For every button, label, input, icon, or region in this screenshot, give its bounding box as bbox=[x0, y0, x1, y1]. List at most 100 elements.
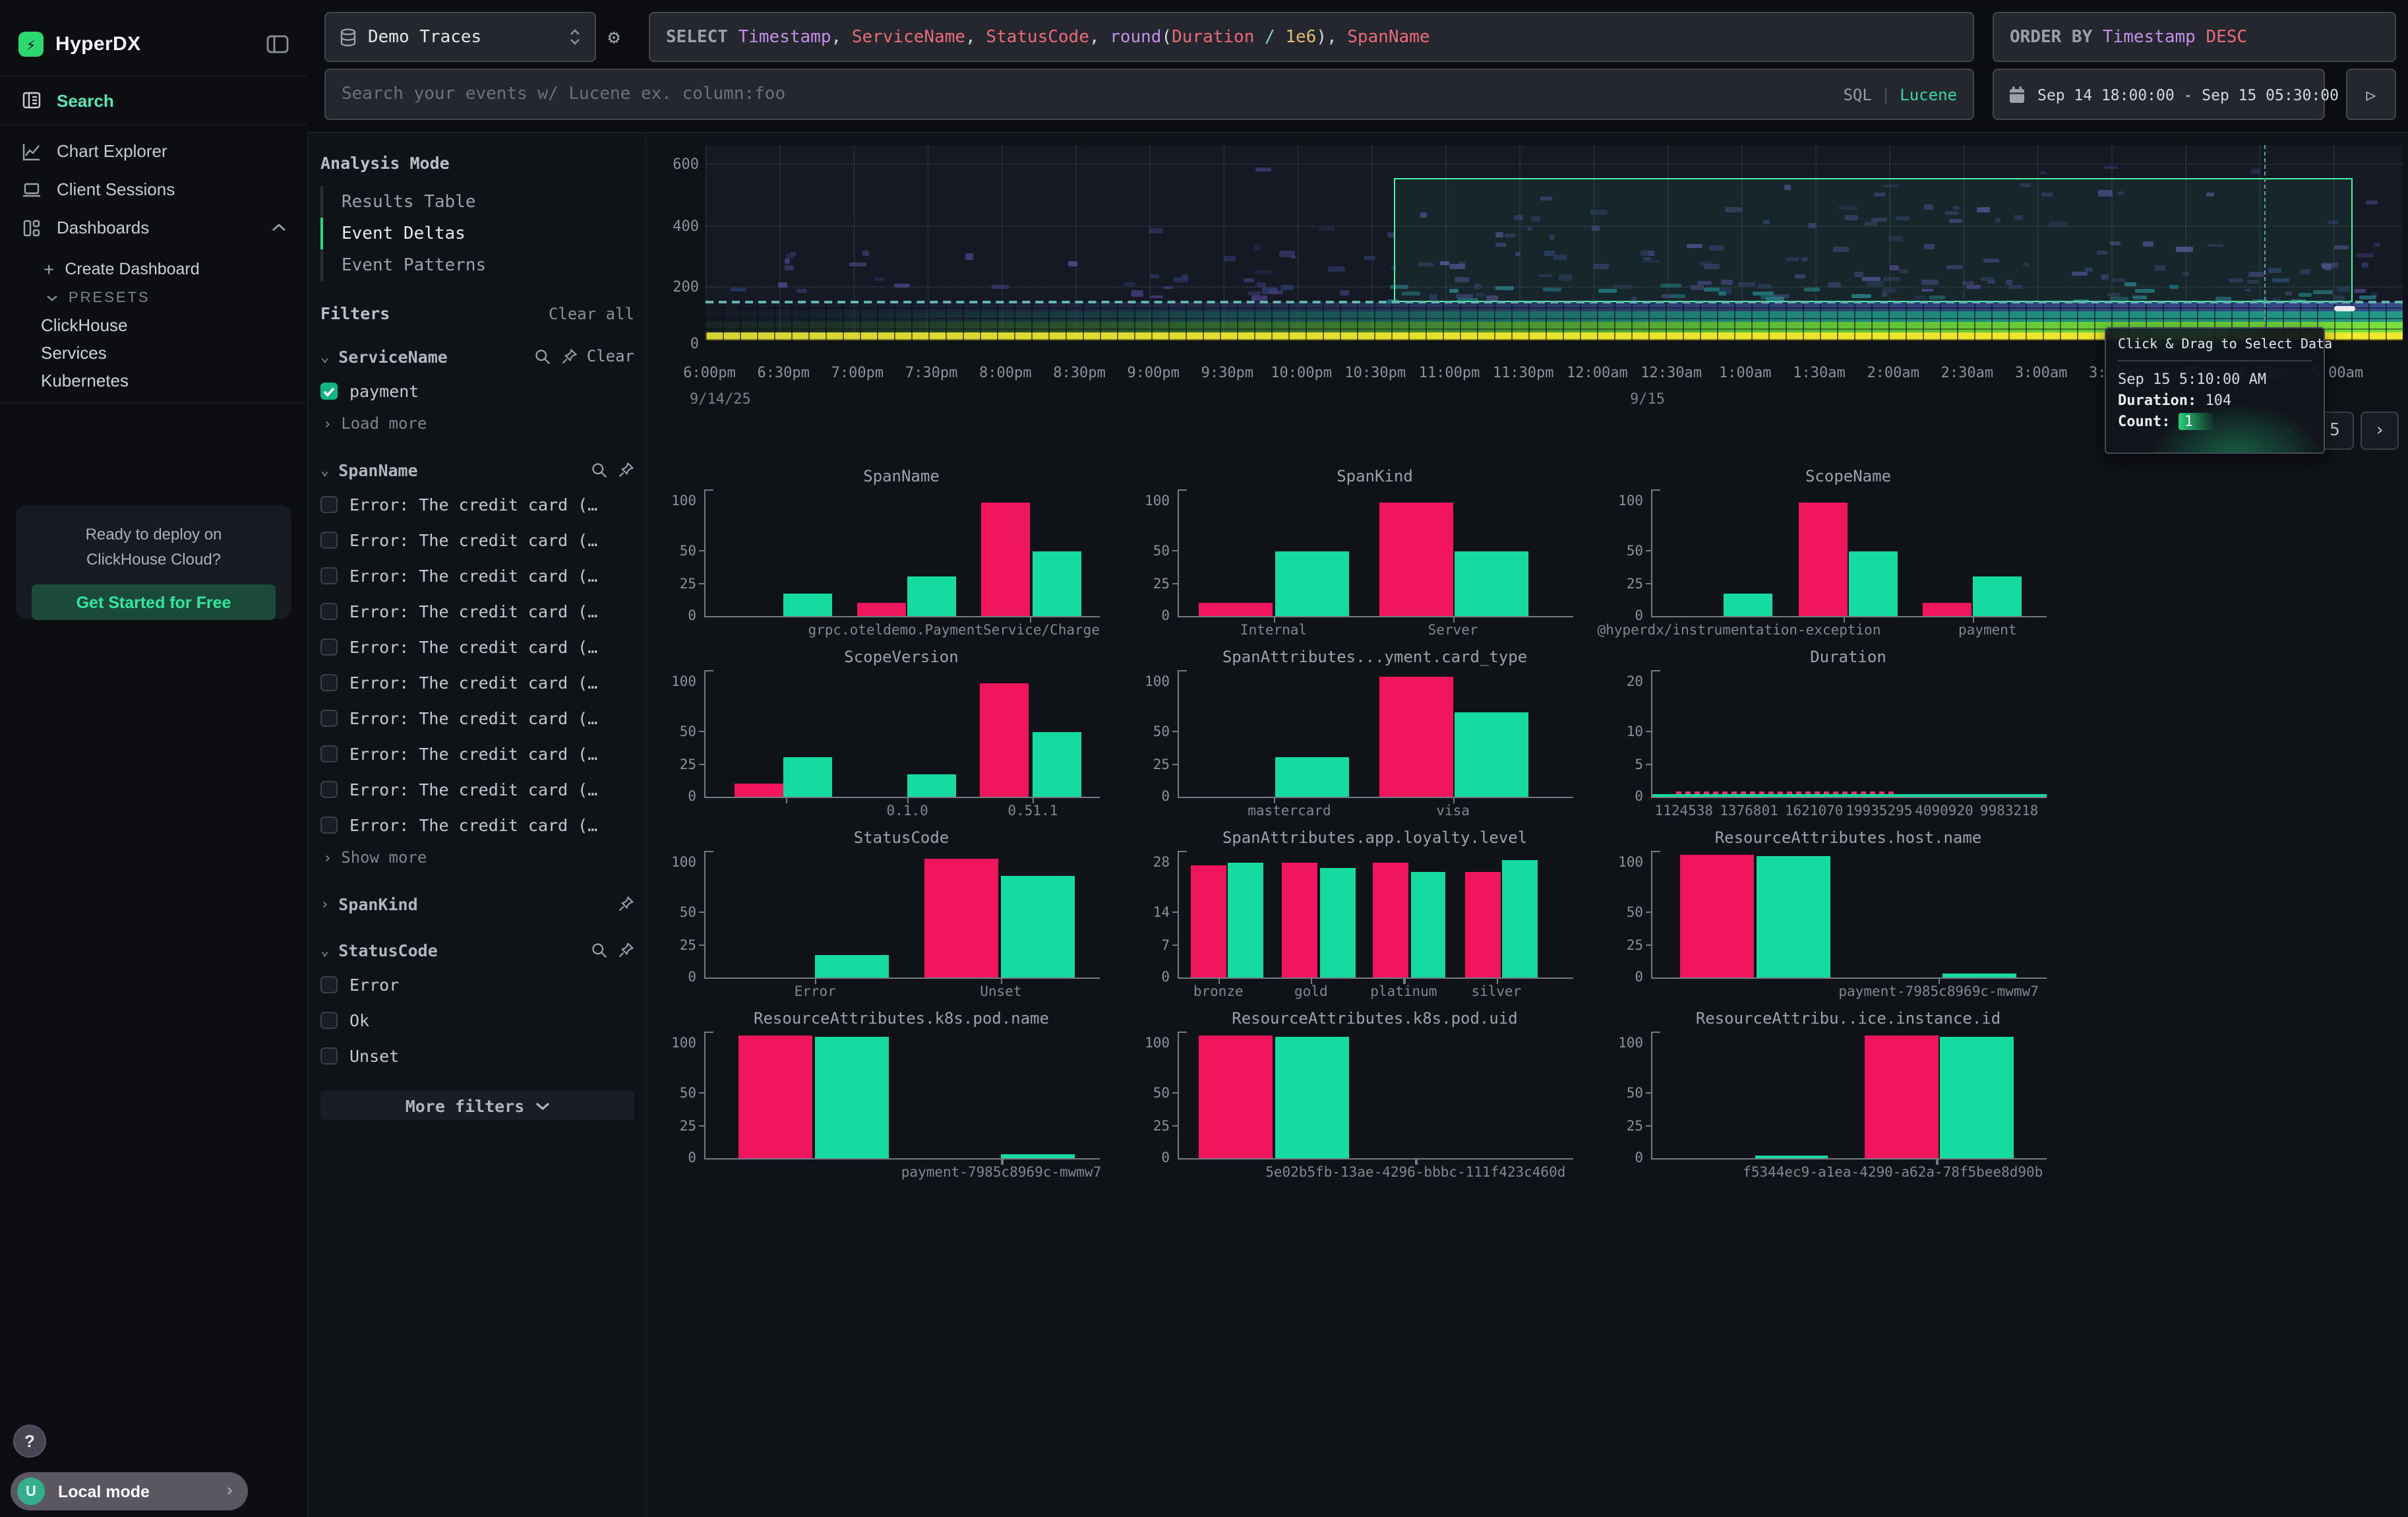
sidebar-preset-clickhouse[interactable]: ClickHouse bbox=[0, 311, 307, 339]
bar-baseline bbox=[1033, 551, 1081, 616]
sidebar-item-chart-explorer[interactable]: Chart Explorer bbox=[0, 132, 307, 170]
filter-option-row[interactable]: Error: The credit card (… bbox=[320, 811, 634, 839]
lucene-mode-toggle[interactable]: Lucene bbox=[1900, 85, 1957, 104]
checkbox-unchecked[interactable] bbox=[320, 817, 338, 834]
analysis-mode-event-deltas[interactable]: Event Deltas bbox=[323, 218, 634, 249]
pin-icon[interactable] bbox=[617, 941, 634, 958]
heatmap-x-tick: 10:30pm bbox=[1344, 364, 1406, 381]
bar-baseline bbox=[783, 593, 832, 616]
time-next-button[interactable]: › bbox=[2361, 412, 2399, 450]
filter-option-row[interactable]: Error bbox=[320, 971, 634, 999]
chevron-right-icon: › bbox=[323, 849, 332, 866]
heatmap-cell bbox=[1224, 255, 1235, 261]
filter-clear-button[interactable]: Clear bbox=[587, 347, 634, 365]
filter-option-row[interactable]: payment bbox=[320, 377, 634, 405]
gear-icon[interactable]: ⚙ bbox=[608, 25, 620, 49]
sidebar-item-client-sessions[interactable]: Client Sessions bbox=[0, 170, 307, 208]
date-range-picker[interactable]: Sep 14 18:00:00 - Sep 15 05:30:00 bbox=[1993, 69, 2325, 120]
checkbox-unchecked[interactable] bbox=[320, 603, 338, 620]
pin-icon[interactable] bbox=[617, 895, 634, 912]
load-more-button[interactable]: ›Load more bbox=[320, 410, 634, 437]
selection-drag-handle[interactable] bbox=[2334, 306, 2355, 311]
more-filters-button[interactable]: More filters bbox=[320, 1091, 634, 1120]
heatmap-selection-rect[interactable] bbox=[1394, 178, 2353, 302]
chart-x-label: silver bbox=[1471, 984, 1521, 1000]
chart-plot: 02550100grpc.oteldemo.PaymentService/Cha… bbox=[704, 489, 1100, 617]
filter-option-row[interactable]: Error: The credit card (… bbox=[320, 776, 634, 803]
sidebar-item-label: Dashboards bbox=[57, 218, 257, 237]
sidebar-item-dashboards[interactable]: Dashboards bbox=[0, 208, 307, 247]
heatmap-date-left: 9/14/25 bbox=[690, 390, 751, 408]
filter-option-row[interactable]: Error: The credit card (… bbox=[320, 704, 634, 732]
filter-option-row[interactable]: Error: The credit card (… bbox=[320, 562, 634, 590]
checkbox-unchecked[interactable] bbox=[320, 496, 338, 513]
sql-mode-toggle[interactable]: SQL bbox=[1843, 85, 1871, 104]
filter-option-row[interactable]: Error: The credit card (… bbox=[320, 740, 634, 768]
chart-y-tick: 100 bbox=[1117, 1035, 1170, 1051]
clear-all-button[interactable]: Clear all bbox=[549, 304, 634, 323]
search-icon[interactable] bbox=[591, 941, 608, 958]
checkbox-unchecked[interactable] bbox=[320, 638, 338, 656]
filter-option-row[interactable]: Error: The credit card (… bbox=[320, 669, 634, 697]
checkbox-unchecked[interactable] bbox=[320, 976, 338, 993]
chevron-down-icon: ⌄ bbox=[320, 941, 329, 958]
analysis-mode-results-table[interactable]: Results Table bbox=[323, 186, 634, 218]
heatmap-cell bbox=[992, 285, 1009, 290]
checkbox-unchecked[interactable] bbox=[320, 745, 338, 762]
checkbox-unchecked[interactable] bbox=[320, 1047, 338, 1065]
bar-baseline bbox=[815, 954, 889, 977]
heatmap-cell bbox=[874, 277, 884, 280]
chart-y-tick: 25 bbox=[644, 757, 696, 773]
help-button[interactable]: ? bbox=[13, 1425, 46, 1458]
get-started-button[interactable]: Get Started for Free bbox=[32, 584, 276, 620]
filter-option-row[interactable]: Error: The credit card (… bbox=[320, 491, 634, 518]
create-dashboard-button[interactable]: + Create Dashboard bbox=[0, 255, 307, 284]
search-icon[interactable] bbox=[534, 348, 551, 365]
collapse-sidebar-icon[interactable] bbox=[266, 34, 289, 54]
checkbox-unchecked[interactable] bbox=[320, 781, 338, 798]
tooltip-header: Click & Drag to Select Data bbox=[2118, 338, 2312, 352]
pin-icon[interactable] bbox=[617, 461, 634, 478]
filter-option-row[interactable]: Ok bbox=[320, 1006, 634, 1034]
sidebar-preset-services[interactable]: Services bbox=[0, 339, 307, 367]
checkbox-unchecked[interactable] bbox=[320, 567, 338, 584]
chart-title: ResourceAttributes.k8s.pod.name bbox=[704, 1009, 1099, 1028]
filter-group-servicename[interactable]: ⌄ServiceNameClear bbox=[320, 343, 634, 369]
events-heatmap[interactable] bbox=[706, 145, 2403, 340]
order-by-input[interactable]: ORDER BY Timestamp DESC bbox=[1993, 12, 2396, 62]
filter-option-row[interactable]: Error: The credit card (… bbox=[320, 526, 634, 554]
checkbox-unchecked[interactable] bbox=[320, 674, 338, 691]
source-select[interactable]: Demo Traces bbox=[324, 12, 596, 62]
checkbox-unchecked[interactable] bbox=[320, 532, 338, 549]
run-query-button[interactable]: ▷ bbox=[2346, 69, 2396, 120]
search-events-input[interactable]: Search your events w/ Lucene ex. column:… bbox=[324, 69, 1974, 120]
local-mode-menu[interactable]: U Local mode › bbox=[11, 1472, 248, 1510]
filter-option-row[interactable]: Unset bbox=[320, 1042, 634, 1070]
checkbox-unchecked[interactable] bbox=[320, 710, 338, 727]
bar-baseline bbox=[783, 757, 832, 797]
filter-group-spankind[interactable]: ›SpanKind bbox=[320, 890, 634, 917]
chart-title: ResourceAttributes.host.name bbox=[1651, 828, 2045, 847]
pin-icon[interactable] bbox=[560, 348, 578, 365]
checkbox-unchecked[interactable] bbox=[320, 1012, 338, 1029]
sidebar-item-search[interactable]: Search bbox=[0, 75, 307, 125]
query-token bbox=[1254, 27, 1265, 47]
heatmap-x-tick: 6:30pm bbox=[757, 364, 810, 381]
filter-option-row[interactable]: Error: The credit card (… bbox=[320, 633, 634, 661]
filter-option-label: Unset bbox=[349, 1046, 399, 1066]
bar-anomaly bbox=[980, 683, 1029, 797]
checkbox-checked[interactable] bbox=[320, 383, 338, 400]
select-query-input[interactable]: SELECT Timestamp, ServiceName, StatusCod… bbox=[649, 12, 1974, 62]
show-more-button[interactable]: ›Show more bbox=[320, 844, 634, 871]
chart-plot: 02550100mastercardvisa bbox=[1178, 670, 1573, 798]
analysis-mode-event-patterns[interactable]: Event Patterns bbox=[323, 249, 634, 281]
search-icon[interactable] bbox=[591, 461, 608, 478]
filter-option-row[interactable]: Error: The credit card (… bbox=[320, 598, 634, 625]
sidebar-preset-kubernetes[interactable]: Kubernetes bbox=[0, 367, 307, 394]
filter-group-spanname[interactable]: ⌄SpanName bbox=[320, 456, 634, 483]
presets-toggle[interactable]: PRESETS bbox=[0, 284, 307, 311]
query-token: , bbox=[1327, 27, 1347, 47]
heatmap-cell bbox=[1254, 245, 1261, 250]
filter-group-statuscode[interactable]: ⌄StatusCode bbox=[320, 937, 634, 963]
mini-chart-scopename: ScopeName02550100@hyperdx/instrumentatio… bbox=[1606, 464, 2055, 645]
